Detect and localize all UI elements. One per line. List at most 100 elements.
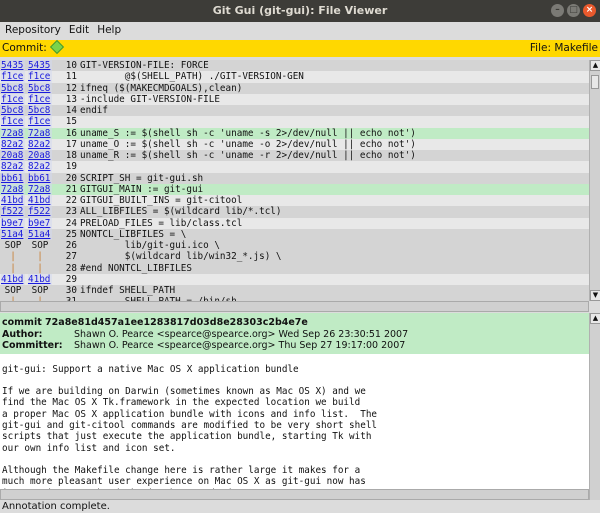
scroll-down-arrow-icon[interactable]: ▼ [590,290,600,301]
line-text: GITGUI_MAIN := git-gui [80,183,204,195]
blame-line: SOP SOP 26 lib/git-gui.ico \ [0,240,589,252]
blame-line: 82a2 82a2 19 [0,161,589,173]
line-text: ifneq ($(MAKECMDGOALS),clean) [80,82,243,94]
commit-link[interactable]: bb61 [1,172,25,184]
commit-link[interactable]: 5bc8 [1,105,25,117]
original-commit-link[interactable]: bb61 [28,172,52,184]
line-text: uname_R := $(shell sh -c 'uname -r 2>/de… [80,150,416,161]
original-commit-link[interactable]: 72a8 [28,183,52,195]
blame-horizontal-scrollbar[interactable] [0,301,589,312]
original-commit-link: SOP [31,285,49,296]
author-label: Author: [2,328,43,340]
blame-line: SOP SOP 30 ifndef SHELL_PATH [0,285,589,297]
line-number: 12 [65,82,77,94]
original-commit-link[interactable]: 51a4 [28,228,52,240]
original-commit-link[interactable]: 41bd [28,195,52,207]
file-label: File: Makefile [529,42,598,54]
line-number: 21 [65,183,77,195]
line-number: 20 [65,172,77,184]
line-number: 13 [65,93,77,105]
line-text: @$(SHELL_PATH) ./GIT-VERSION-GEN [80,71,304,83]
original-commit-link[interactable]: f1ce [28,93,52,105]
original-commit-link[interactable]: 5bc8 [28,105,52,117]
line-number: 29 [65,273,77,285]
commit-link[interactable]: 20a8 [1,150,25,162]
commit-link[interactable]: f1ce [1,93,25,105]
commit-link[interactable]: 51a4 [1,228,25,240]
commit-link: | [10,251,16,263]
commit-link[interactable]: 5bc8 [1,82,25,94]
commit-icon[interactable] [49,39,64,55]
original-commit-link[interactable]: 82a2 [28,161,52,173]
blame-line: 20a8 20a8 18 uname_R := $(shell sh -c 'unam… [0,150,589,162]
blame-line: f1ce f1ce 11 @$(SHELL_PATH) ./GIT-VERSION-… [0,71,589,83]
line-number: 17 [65,138,77,150]
line-number: 27 [65,251,77,263]
line-number: 23 [65,206,77,218]
commit-link[interactable]: f522 [1,206,25,218]
line-number: 11 [65,71,77,83]
blame-line: bb61 bb61 20 SCRIPT_SH = git-gui.sh [0,172,589,184]
blame-line: 41bd 41bd 29 [0,273,589,285]
scroll-up-arrow-icon[interactable]: ▲ [590,313,600,324]
original-commit-link[interactable]: f1ce [28,71,52,83]
original-commit-link[interactable]: 82a2 [28,138,52,150]
commit-link: | [10,262,16,274]
scroll-up-arrow-icon[interactable]: ▲ [590,60,600,71]
commit-hash: commit 72a8e81d457a1ee1283817d03d8e28303… [2,317,308,328]
commit-link[interactable]: 5435 [1,60,25,72]
title-bar: Git Gui (git-gui): File Viewer – □ × [0,0,600,22]
line-number: 30 [65,285,77,296]
blame-line: 5435 5435 10 GIT-VERSION-FILE: FORCE [0,60,589,72]
commit-label: Commit: [2,42,47,54]
commit-link[interactable]: 41bd [1,273,25,285]
window-title: Git Gui (git-gui): File Viewer [212,4,388,17]
line-text: ALL_LIBFILES = $(wildcard lib/*.tcl) [80,206,282,218]
commit-link[interactable]: 72a8 [1,127,25,139]
menu-help[interactable]: Help [97,22,121,40]
line-text: lib/git-gui.ico \ [80,240,220,251]
blame-line: f1ce f1ce 13 -include GIT-VERSION-FILE [0,93,589,105]
line-text: GITGUI_BUILT_INS = git-citool [80,195,243,206]
blame-line: | | 27 $(wildcard lib/win32_*.js) \ [0,251,589,263]
commit-link[interactable]: 41bd [1,195,25,207]
line-text: NONTCL_LIBFILES = \ [80,228,187,240]
line-number: 19 [65,161,77,173]
line-text: GIT-VERSION-FILE: FORCE [80,60,209,71]
original-commit-link[interactable]: b9e7 [28,217,52,229]
original-commit-link[interactable]: 72a8 [28,127,52,139]
blame-vertical-scrollbar[interactable]: ▲ ▼ [589,60,600,301]
original-commit-link[interactable]: 41bd [28,273,52,285]
commit-link[interactable]: 82a2 [1,161,25,173]
line-text: PRELOAD_FILES = lib/class.tcl [80,217,243,229]
blame-line: 51a4 51a4 25 NONTCL_LIBFILES = \ [0,228,589,240]
commit-link: SOP [4,240,22,251]
commit-link[interactable]: b9e7 [1,217,25,229]
original-commit-link[interactable]: f1ce [28,116,52,128]
original-commit-link[interactable]: 5bc8 [28,82,52,94]
line-number: 16 [65,127,77,139]
menu-repository[interactable]: Repository [5,22,61,40]
blame-line: | | 28 #end NONTCL_LIBFILES [0,262,589,274]
commit-message: git-gui: Support a native Mac OS X appli… [2,363,378,499]
details-horizontal-scrollbar[interactable] [0,489,589,500]
close-button[interactable]: × [583,4,596,17]
original-commit-link[interactable]: 20a8 [28,150,52,162]
commit-link[interactable]: 82a2 [1,138,25,150]
details-vertical-scrollbar[interactable]: ▲ [589,313,600,500]
scroll-thumb[interactable] [591,75,599,89]
blame-line: 72a8 72a8 21 GITGUI_MAIN := git-gui [0,183,589,195]
line-number: 22 [65,195,77,206]
commit-link: SOP [4,285,22,296]
maximize-button[interactable]: □ [567,4,580,17]
commit-link[interactable]: 72a8 [1,183,25,195]
commit-link[interactable]: f1ce [1,71,25,83]
menu-bar: Repository Edit Help [0,22,600,40]
original-commit-link[interactable]: 5435 [28,60,52,72]
menu-edit[interactable]: Edit [69,22,89,40]
original-commit-link: | [37,251,43,263]
original-commit-link[interactable]: f522 [28,206,52,218]
blame-line: 72a8 72a8 16 uname_S := $(shell sh -c 'unam… [0,127,589,139]
minimize-button[interactable]: – [551,4,564,17]
commit-link[interactable]: f1ce [1,116,25,128]
